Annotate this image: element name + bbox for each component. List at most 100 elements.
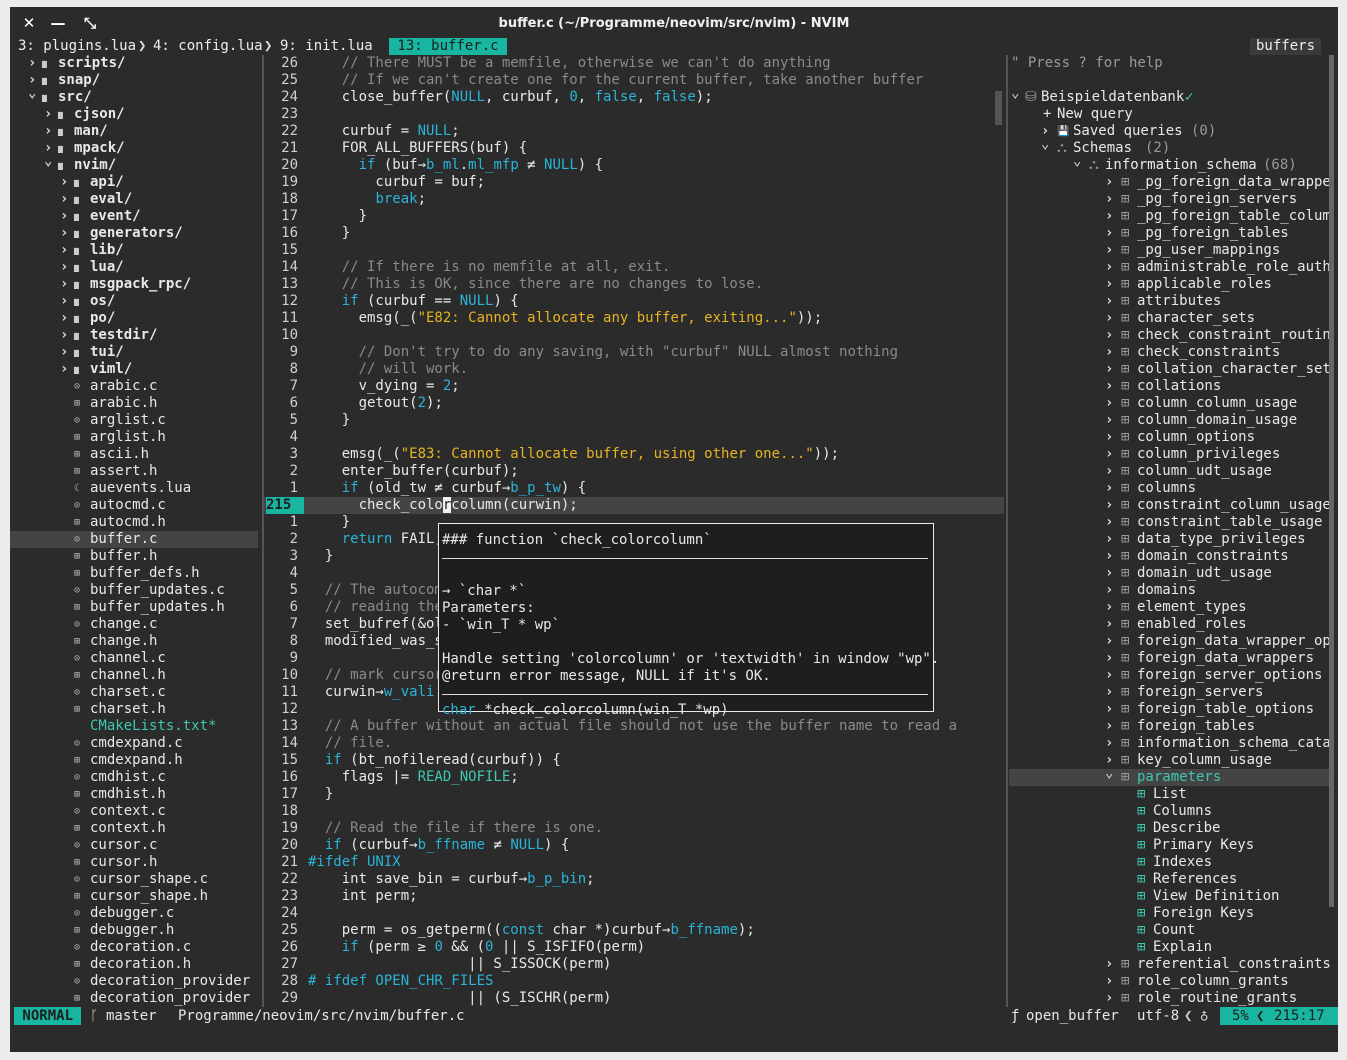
new-query-item[interactable]: + New query	[1009, 106, 1329, 123]
chevron-right-icon[interactable]: ›	[1105, 667, 1113, 684]
table-item[interactable]: › ⊞ check_constraints	[1009, 344, 1329, 361]
table-item[interactable]: › ⊞ enabled_roles	[1009, 616, 1329, 633]
file-item[interactable]: ⊙ buffer.c	[10, 531, 258, 548]
chevron-down-icon[interactable]: ⌄	[44, 153, 52, 170]
tab-config-lua[interactable]: 4: config.lua	[153, 38, 263, 55]
code-line[interactable]: 16 flags |= READ_NOFILE;	[264, 769, 1004, 786]
tab-init-lua[interactable]: 9: init.lua	[280, 38, 373, 55]
table-item[interactable]: › ⊞ check_constraint_routine	[1009, 327, 1331, 344]
folder-item[interactable]: › ▆ testdir/	[10, 327, 258, 344]
table-item[interactable]: › ⊞ domain_constraints	[1009, 548, 1329, 565]
chevron-right-icon[interactable]: ›	[1105, 429, 1113, 446]
code-line[interactable]: 10	[264, 327, 1004, 344]
code-line[interactable]: 7 v_dying = 2;	[264, 378, 1004, 395]
folder-item[interactable]: ⌄ ▆ nvim/	[10, 153, 258, 174]
code-line[interactable]: 28 # ifdef OPEN_CHR_FILES	[264, 973, 1004, 990]
code-line[interactable]: 17 }	[264, 208, 1004, 225]
file-item[interactable]: ⊞ ascii.h	[10, 446, 258, 463]
chevron-right-icon[interactable]: ›	[44, 106, 52, 123]
table-item[interactable]: › ⊞ _pg_foreign_tables	[1009, 225, 1329, 242]
chevron-right-icon[interactable]: ›	[1105, 446, 1113, 463]
table-item[interactable]: › ⊞ _pg_foreign_servers	[1009, 191, 1329, 208]
table-action-item[interactable]: ⊞ Count	[1009, 922, 1329, 939]
folder-item[interactable]: › ▆ po/	[10, 310, 258, 327]
table-item[interactable]: › ⊞ information_schema_catal	[1009, 735, 1331, 752]
table-action-item[interactable]: ⊞ Primary Keys	[1009, 837, 1329, 854]
file-item[interactable]: CMakeLists.txt*	[10, 718, 258, 735]
table-item[interactable]: › ⊞ element_types	[1009, 599, 1329, 616]
code-line[interactable]: 20 if (curbuf→b_ffname ≠ NULL) {	[264, 837, 1004, 854]
table-item[interactable]: › ⊞ column_options	[1009, 429, 1329, 446]
code-line[interactable]: 18 break;	[264, 191, 1004, 208]
code-line[interactable]: 3 emsg(_("E83: Cannot allocate buffer, u…	[264, 446, 1004, 463]
chevron-right-icon[interactable]: ›	[1105, 599, 1113, 616]
file-item[interactable]: ⊞ autocmd.h	[10, 514, 258, 531]
chevron-right-icon[interactable]: ›	[1105, 208, 1113, 225]
file-item[interactable]: ⊙ cursor.c	[10, 837, 258, 854]
folder-item[interactable]: › ▆ snap/	[10, 72, 258, 89]
folder-item[interactable]: › ▆ api/	[10, 174, 258, 191]
chevron-right-icon[interactable]: ›	[1105, 616, 1113, 633]
code-line[interactable]: 15 if (bt_nofileread(curbuf)) {	[264, 752, 1004, 769]
file-item[interactable]: ⊞ cursor.h	[10, 854, 258, 871]
chevron-right-icon[interactable]: ›	[1105, 191, 1113, 208]
chevron-right-icon[interactable]: ›	[1105, 327, 1113, 344]
chevron-right-icon[interactable]: ›	[1105, 395, 1113, 412]
code-line[interactable]: 27 || S_ISSOCK(perm)	[264, 956, 1004, 973]
table-action-item[interactable]: ⊞ Foreign Keys	[1009, 905, 1329, 922]
chevron-down-icon[interactable]: ⌄	[1105, 765, 1113, 782]
file-item[interactable]: ⊞ arabic.h	[10, 395, 258, 412]
file-item[interactable]: ⊙ decoration_provider	[10, 973, 258, 990]
table-item[interactable]: › ⊞ foreign_tables	[1009, 718, 1329, 735]
code-line[interactable]: 25 // If we can't create one for the cur…	[264, 72, 1004, 89]
file-item[interactable]: ⊙ cmdhist.c	[10, 769, 258, 786]
schemas-item[interactable]: ⌄ ⛬ Schemas (2)	[1009, 136, 1329, 157]
table-item[interactable]: › ⊞ collation_character_set_	[1009, 361, 1331, 378]
code-line[interactable]: 19 // Read the file if there is one.	[264, 820, 1004, 837]
folder-item[interactable]: › ▆ man/	[10, 123, 258, 140]
chevron-right-icon[interactable]: ›	[1105, 344, 1113, 361]
chevron-right-icon[interactable]: ›	[1105, 531, 1113, 548]
file-item[interactable]: ⊞ buffer_defs.h	[10, 565, 258, 582]
file-item[interactable]: ⊙ context.c	[10, 803, 258, 820]
table-item[interactable]: › ⊞ applicable_roles	[1009, 276, 1329, 293]
table-item[interactable]: › ⊞ attributes	[1009, 293, 1329, 310]
code-line[interactable]: 21 FOR_ALL_BUFFERS(buf) {	[264, 140, 1004, 157]
table-action-item[interactable]: ⊞ Explain	[1009, 939, 1329, 956]
chevron-right-icon[interactable]: ›	[1105, 497, 1113, 514]
table-item[interactable]: › ⊞ role_column_grants	[1009, 973, 1329, 990]
chevron-right-icon[interactable]: ›	[1105, 582, 1113, 599]
chevron-right-icon[interactable]: ›	[1105, 242, 1113, 259]
code-line[interactable]: 5 }	[264, 412, 1004, 429]
code-line[interactable]: 13 // A buffer without an actual file sh…	[264, 718, 1004, 735]
code-line[interactable]: 19 curbuf = buf;	[264, 174, 1004, 191]
table-item[interactable]: › ⊞ referential_constraints	[1009, 956, 1331, 973]
code-line[interactable]: 1 if (old_tw ≠ curbuf→b_p_tw) {	[264, 480, 1004, 497]
code-line[interactable]: 13 // This is OK, since there are no cha…	[264, 276, 1004, 293]
folder-item[interactable]: › ▆ os/	[10, 293, 258, 310]
table-item[interactable]: › ⊞ _pg_foreign_data_wrappe	[1009, 174, 1331, 191]
table-item[interactable]: › ⊞ role_routine_grants	[1009, 990, 1329, 1007]
file-item[interactable]: ⊙ arabic.c	[10, 378, 258, 395]
chevron-right-icon[interactable]: ›	[1105, 225, 1113, 242]
table-item[interactable]: › ⊞ _pg_foreign_table_column	[1009, 208, 1331, 225]
table-item[interactable]: › ⊞ key_column_usage	[1009, 752, 1329, 769]
table-item[interactable]: › ⊞ columns	[1009, 480, 1329, 497]
code-line[interactable]: 23 int perm;	[264, 888, 1004, 905]
chevron-right-icon[interactable]: ›	[1105, 361, 1113, 378]
code-line[interactable]: 17 }	[264, 786, 1004, 803]
code-line[interactable]: 24	[264, 905, 1004, 922]
connection-item[interactable]: ⌄ ⛁ Beispieldatenbank ✓	[1009, 85, 1329, 106]
folder-item[interactable]: › ▆ scripts/	[10, 55, 258, 72]
folder-item[interactable]: › ▆ viml/	[10, 361, 258, 378]
chevron-right-icon[interactable]: ›	[1105, 378, 1113, 395]
chevron-right-icon[interactable]: ›	[60, 242, 68, 259]
schema-item[interactable]: ⌄ ⛬ information_schema (68)	[1009, 153, 1329, 174]
table-item[interactable]: › ⊞ domains	[1009, 582, 1329, 599]
code-line[interactable]: 2 enter_buffer(curbuf);	[264, 463, 1004, 480]
file-item[interactable]: ⊞ channel.h	[10, 667, 258, 684]
file-item[interactable]: ⊞ buffer_updates.h	[10, 599, 258, 616]
table-item[interactable]: › ⊞ character_sets	[1009, 310, 1329, 327]
chevron-right-icon[interactable]: ›	[1105, 514, 1113, 531]
code-line[interactable]: 26 // There MUST be a memfile, otherwise…	[264, 55, 1004, 72]
